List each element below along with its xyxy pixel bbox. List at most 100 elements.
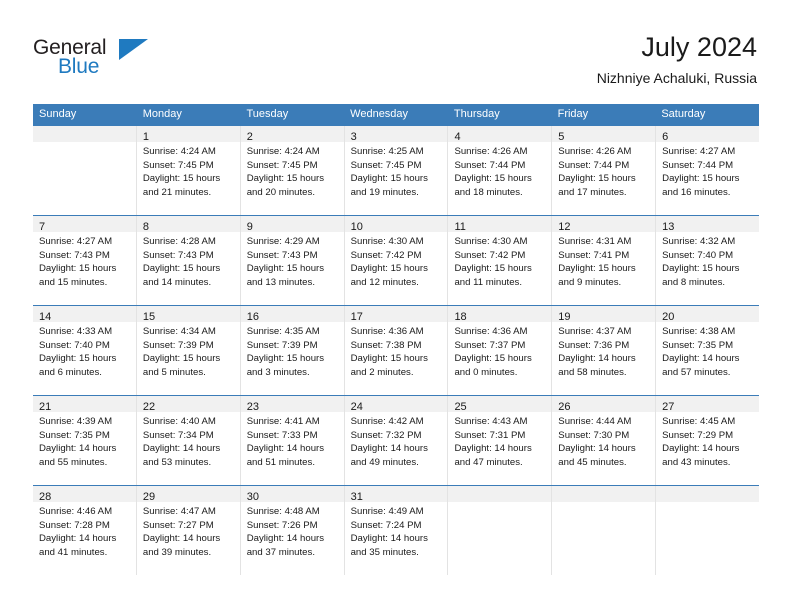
day-details: Sunrise: 4:27 AM Sunset: 7:44 PM Daylight:… — [656, 142, 759, 199]
day-number: 31 — [350, 491, 363, 503]
daylight-text-line1: Daylight: 15 hours — [39, 353, 117, 364]
sunrise-text: Sunrise: 4:29 AM — [246, 236, 320, 247]
day-details — [448, 502, 551, 505]
calendar-day-cell[interactable]: 5 Sunrise: 4:26 AM Sunset: 7:44 PM Daylight… — [552, 126, 657, 215]
page-subtitle: Nizhniye Achaluki, Russia — [596, 70, 757, 86]
daylight-text-line1: Daylight: 15 hours — [142, 263, 221, 274]
calendar-day-cell-empty — [552, 486, 657, 575]
day-number: 28 — [39, 491, 52, 503]
sunrise-text: Sunrise: 4:33 AM — [39, 326, 113, 337]
calendar-day-cell[interactable]: 15 Sunrise: 4:34 AM Sunset: 7:39 PM Dayligh… — [136, 306, 241, 395]
calendar-day-cell[interactable]: 9 Sunrise: 4:29 AM Sunset: 7:43 PM Daylight… — [240, 216, 345, 305]
sunrise-text: Sunrise: 4:39 AM — [39, 416, 113, 427]
daylight-text-line2: and 16 minutes. — [662, 186, 731, 198]
daylight-text-line1: Daylight: 14 hours — [558, 353, 636, 364]
calendar-day-cell[interactable]: 16 Sunrise: 4:35 AM Sunset: 7:39 PM Dayligh… — [240, 306, 345, 395]
sunset-text: Sunset: 7:44 PM — [454, 159, 526, 171]
daylight-text-line2: and 3 minutes. — [246, 366, 310, 378]
day-details: Sunrise: 4:26 AM Sunset: 7:44 PM Daylight:… — [552, 142, 655, 199]
calendar-day-cell[interactable]: 21 Sunrise: 4:39 AM Sunset: 7:35 PM Dayligh… — [33, 396, 137, 485]
calendar-day-cell[interactable]: 18 Sunrise: 4:36 AM Sunset: 7:37 PM Dayligh… — [448, 306, 553, 395]
day-details — [656, 502, 759, 505]
sunrise-text: Sunrise: 4:45 AM — [662, 416, 736, 427]
day-number: 9 — [246, 221, 253, 233]
daylight-text-line2: and 35 minutes. — [350, 546, 419, 558]
daylight-text-line1: Daylight: 14 hours — [39, 533, 117, 544]
calendar-day-cell[interactable]: 1 Sunrise: 4:24 AM Sunset: 7:45 PM Daylight… — [136, 126, 241, 215]
calendar-day-cell[interactable]: 12 Sunrise: 4:31 AM Sunset: 7:41 PM Dayligh… — [552, 216, 657, 305]
calendar-day-cell[interactable]: 13 Sunrise: 4:32 AM Sunset: 7:40 PM Dayligh… — [656, 216, 760, 305]
calendar-day-cell[interactable]: 25 Sunrise: 4:43 AM Sunset: 7:31 PM Dayligh… — [448, 396, 553, 485]
day-number: 30 — [246, 491, 259, 503]
sunset-text: Sunset: 7:35 PM — [39, 429, 110, 441]
day-number-band: 5 — [552, 126, 656, 143]
day-number-band: 7 — [33, 216, 136, 233]
day-number: 27 — [662, 401, 675, 413]
calendar-day-cell[interactable]: 29 Sunrise: 4:47 AM Sunset: 7:27 PM Dayligh… — [136, 486, 241, 575]
calendar-day-cell[interactable]: 14 Sunrise: 4:33 AM Sunset: 7:40 PM Dayligh… — [33, 306, 137, 395]
sunset-text: Sunset: 7:42 PM — [350, 249, 422, 261]
calendar-day-cell[interactable]: 2 Sunrise: 4:24 AM Sunset: 7:45 PM Daylight… — [240, 126, 345, 215]
weekday-header-saturday: Saturday — [661, 108, 706, 120]
calendar-day-cell-empty — [448, 486, 553, 575]
weekday-header-row: Sunday Monday Tuesday Wednesday Thursday… — [33, 104, 759, 125]
day-number-band: 6 — [656, 126, 760, 143]
calendar-day-cell[interactable]: 30 Sunrise: 4:48 AM Sunset: 7:26 PM Dayligh… — [240, 486, 345, 575]
day-number-band — [448, 486, 552, 502]
calendar-day-cell[interactable]: 3 Sunrise: 4:25 AM Sunset: 7:45 PM Daylight… — [344, 126, 449, 215]
calendar-day-cell[interactable]: 20 Sunrise: 4:38 AM Sunset: 7:35 PM Dayligh… — [656, 306, 760, 395]
daylight-text-line2: and 0 minutes. — [454, 366, 518, 378]
day-number: 13 — [662, 221, 675, 233]
daylight-text-line1: Daylight: 14 hours — [142, 443, 221, 454]
sunset-text: Sunset: 7:26 PM — [246, 519, 318, 531]
sunrise-text: Sunrise: 4:24 AM — [246, 146, 320, 157]
sunrise-text: Sunrise: 4:36 AM — [454, 326, 528, 337]
calendar-day-cell[interactable]: 27 Sunrise: 4:45 AM Sunset: 7:29 PM Dayligh… — [656, 396, 760, 485]
daylight-text-line2: and 15 minutes. — [39, 276, 108, 288]
calendar-day-cell[interactable]: 19 Sunrise: 4:37 AM Sunset: 7:36 PM Dayligh… — [552, 306, 657, 395]
sunrise-text: Sunrise: 4:38 AM — [662, 326, 736, 337]
sunrise-text: Sunrise: 4:27 AM — [39, 236, 113, 247]
day-number: 19 — [558, 311, 571, 323]
calendar-day-cell[interactable]: 28 Sunrise: 4:46 AM Sunset: 7:28 PM Dayligh… — [33, 486, 137, 575]
calendar-day-cell[interactable]: 31 Sunrise: 4:49 AM Sunset: 7:24 PM Dayligh… — [344, 486, 449, 575]
logo-word-blue: Blue — [58, 55, 100, 78]
daylight-text-line1: Daylight: 15 hours — [350, 263, 428, 274]
sunset-text: Sunset: 7:41 PM — [558, 249, 630, 261]
sunrise-text: Sunrise: 4:32 AM — [662, 236, 736, 247]
daylight-text-line2: and 13 minutes. — [246, 276, 315, 288]
sunset-text: Sunset: 7:42 PM — [454, 249, 526, 261]
calendar-week-row: 14 Sunrise: 4:33 AM Sunset: 7:40 PM Dayligh… — [33, 305, 760, 395]
day-number-band: 21 — [33, 396, 136, 413]
calendar-day-cell[interactable]: 10 Sunrise: 4:30 AM Sunset: 7:42 PM Dayligh… — [344, 216, 449, 305]
day-details — [33, 142, 136, 145]
sunset-text: Sunset: 7:35 PM — [662, 339, 734, 351]
calendar-day-cell[interactable]: 6 Sunrise: 4:27 AM Sunset: 7:44 PM Daylight… — [656, 126, 760, 215]
calendar-day-cell[interactable]: 17 Sunrise: 4:36 AM Sunset: 7:38 PM Dayligh… — [344, 306, 449, 395]
calendar-day-cell[interactable]: 23 Sunrise: 4:41 AM Sunset: 7:33 PM Dayligh… — [240, 396, 345, 485]
calendar-day-cell[interactable]: 11 Sunrise: 4:30 AM Sunset: 7:42 PM Dayligh… — [448, 216, 553, 305]
day-number: 17 — [350, 311, 363, 323]
daylight-text-line1: Daylight: 14 hours — [454, 443, 532, 454]
day-details: Sunrise: 4:49 AM Sunset: 7:24 PM Daylight:… — [345, 502, 448, 559]
day-number-band: 18 — [448, 306, 552, 323]
calendar-day-cell[interactable]: 4 Sunrise: 4:26 AM Sunset: 7:44 PM Daylight… — [448, 126, 553, 215]
day-number-band: 19 — [552, 306, 656, 323]
calendar-day-cell[interactable]: 26 Sunrise: 4:44 AM Sunset: 7:30 PM Dayligh… — [552, 396, 657, 485]
sunset-text: Sunset: 7:43 PM — [142, 249, 214, 261]
daylight-text-line1: Daylight: 15 hours — [142, 173, 221, 184]
sunrise-text: Sunrise: 4:28 AM — [142, 236, 216, 247]
calendar-day-cell[interactable]: 24 Sunrise: 4:42 AM Sunset: 7:32 PM Dayligh… — [344, 396, 449, 485]
sunset-text: Sunset: 7:40 PM — [39, 339, 110, 351]
day-details: Sunrise: 4:46 AM Sunset: 7:28 PM Daylight:… — [33, 502, 136, 559]
sunrise-text: Sunrise: 4:42 AM — [350, 416, 424, 427]
calendar-week-row: 7 Sunrise: 4:27 AM Sunset: 7:43 PM Daylight… — [33, 215, 760, 305]
sunrise-text: Sunrise: 4:49 AM — [350, 506, 424, 517]
calendar-week-row: 21 Sunrise: 4:39 AM Sunset: 7:35 PM Dayligh… — [33, 395, 760, 485]
weekday-header-monday: Monday — [142, 108, 182, 120]
calendar-day-cell[interactable]: 8 Sunrise: 4:28 AM Sunset: 7:43 PM Daylight… — [136, 216, 241, 305]
day-number-band: 25 — [448, 396, 552, 413]
calendar-day-cell[interactable]: 7 Sunrise: 4:27 AM Sunset: 7:43 PM Daylight… — [33, 216, 137, 305]
sunrise-text: Sunrise: 4:31 AM — [558, 236, 632, 247]
calendar-day-cell[interactable]: 22 Sunrise: 4:40 AM Sunset: 7:34 PM Dayligh… — [136, 396, 241, 485]
